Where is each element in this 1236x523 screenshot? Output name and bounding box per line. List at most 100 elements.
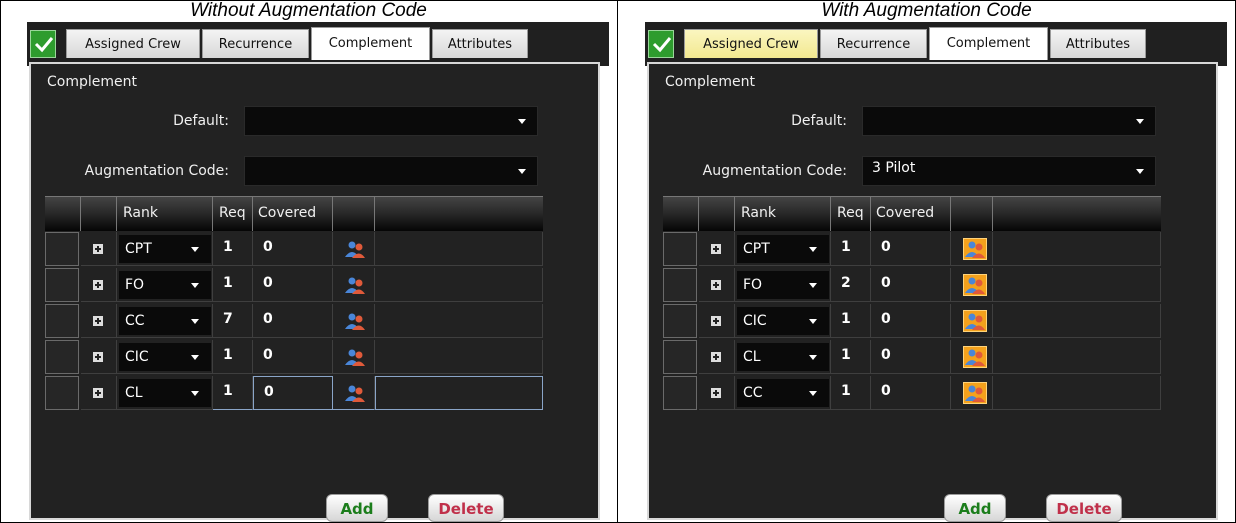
default-label: Default: bbox=[173, 113, 229, 129]
crew-people-icon[interactable] bbox=[344, 275, 366, 295]
table-row[interactable]: CL 1 0 bbox=[663, 340, 1161, 374]
augmentation-code-dropdown[interactable]: 3 Pilot bbox=[862, 156, 1156, 186]
rank-value: CIC bbox=[743, 313, 767, 329]
table-row[interactable]: CC 7 0 bbox=[45, 304, 543, 338]
row-filler bbox=[375, 232, 543, 266]
rank-dropdown[interactable]: CC bbox=[737, 379, 829, 407]
req-value[interactable]: 1 bbox=[223, 239, 233, 255]
tab-assigned-crew[interactable]: Assigned Crew bbox=[66, 29, 200, 58]
rank-dropdown[interactable]: FO bbox=[119, 271, 211, 299]
rank-dropdown[interactable]: CIC bbox=[119, 343, 211, 371]
table-row[interactable]: CL 1 0 bbox=[45, 376, 543, 410]
table-row[interactable]: CPT 1 0 bbox=[663, 232, 1161, 266]
plus-expand-icon[interactable] bbox=[711, 352, 721, 362]
add-button[interactable]: Add bbox=[944, 494, 1006, 522]
crew-people-icon[interactable] bbox=[344, 239, 366, 259]
header-icon-col bbox=[951, 197, 993, 231]
req-value[interactable]: 1 bbox=[841, 347, 851, 363]
req-value[interactable]: 7 bbox=[223, 311, 233, 327]
plus-expand-icon[interactable] bbox=[93, 280, 103, 290]
table-row[interactable]: CPT 1 0 bbox=[45, 232, 543, 266]
tab-attributes[interactable]: Attributes bbox=[432, 29, 528, 58]
req-value[interactable]: 1 bbox=[223, 347, 233, 363]
tab-complement[interactable]: Complement bbox=[929, 27, 1048, 60]
row-selector[interactable] bbox=[663, 376, 697, 410]
plus-expand-icon[interactable] bbox=[711, 388, 721, 398]
row-selector[interactable] bbox=[45, 304, 79, 338]
crew-people-icon[interactable] bbox=[344, 383, 366, 403]
req-value[interactable]: 2 bbox=[841, 275, 851, 291]
row-selector[interactable] bbox=[45, 268, 79, 302]
row-filler bbox=[993, 232, 1161, 266]
row-selector[interactable] bbox=[663, 232, 697, 266]
header-rank[interactable]: Rank bbox=[735, 197, 831, 231]
crew-people-icon[interactable] bbox=[963, 346, 987, 368]
grid-header: Rank Req Covered bbox=[45, 196, 543, 231]
header-rank-label: Rank bbox=[741, 205, 776, 221]
default-dropdown[interactable] bbox=[862, 106, 1156, 136]
chevron-down-icon bbox=[1136, 119, 1144, 124]
covered-value: 0 bbox=[263, 275, 273, 291]
plus-expand-icon[interactable] bbox=[93, 316, 103, 326]
rank-dropdown[interactable]: CPT bbox=[119, 235, 211, 263]
plus-expand-icon[interactable] bbox=[93, 244, 103, 254]
rank-dropdown[interactable]: CL bbox=[119, 379, 211, 407]
header-req[interactable]: Req bbox=[213, 197, 253, 231]
tab-assigned-crew[interactable]: Assigned Crew bbox=[684, 29, 818, 58]
plus-expand-icon[interactable] bbox=[93, 352, 103, 362]
row-selector[interactable] bbox=[663, 304, 697, 338]
row-selector[interactable] bbox=[45, 232, 79, 266]
table-row[interactable]: CIC 1 0 bbox=[663, 304, 1161, 338]
table-row[interactable]: CC 1 0 bbox=[663, 376, 1161, 410]
plus-expand-icon[interactable] bbox=[93, 388, 103, 398]
crew-people-icon[interactable] bbox=[344, 311, 366, 331]
req-value[interactable]: 1 bbox=[841, 383, 851, 399]
row-filler bbox=[993, 376, 1161, 410]
delete-button[interactable]: Delete bbox=[1046, 494, 1122, 522]
row-selector[interactable] bbox=[663, 268, 697, 302]
rank-dropdown[interactable]: FO bbox=[737, 271, 829, 299]
rank-dropdown[interactable]: CPT bbox=[737, 235, 829, 263]
row-selector[interactable] bbox=[45, 340, 79, 374]
req-value[interactable]: 1 bbox=[223, 275, 233, 291]
crew-people-icon[interactable] bbox=[963, 310, 987, 332]
tab-recurrence[interactable]: Recurrence bbox=[820, 29, 927, 58]
row-selector[interactable] bbox=[45, 376, 79, 410]
header-covered[interactable]: Covered bbox=[253, 197, 333, 231]
plus-expand-icon[interactable] bbox=[711, 280, 721, 290]
covered-value: 0 bbox=[264, 384, 274, 400]
crew-people-icon[interactable] bbox=[963, 238, 987, 260]
header-rank[interactable]: Rank bbox=[117, 197, 213, 231]
req-value[interactable]: 1 bbox=[223, 383, 233, 399]
augmentation-code-dropdown[interactable] bbox=[244, 156, 538, 186]
tab-recurrence[interactable]: Recurrence bbox=[202, 29, 309, 58]
tab-attributes[interactable]: Attributes bbox=[1050, 29, 1146, 58]
rank-dropdown[interactable]: CL bbox=[737, 343, 829, 371]
rank-dropdown[interactable]: CIC bbox=[737, 307, 829, 335]
tab-complement[interactable]: Complement bbox=[311, 27, 430, 60]
check-icon bbox=[30, 30, 56, 58]
header-covered-label: Covered bbox=[258, 205, 317, 221]
delete-button[interactable]: Delete bbox=[428, 494, 504, 522]
table-row[interactable]: CIC 1 0 bbox=[45, 340, 543, 374]
crew-people-icon[interactable] bbox=[963, 382, 987, 404]
table-row[interactable]: FO 2 0 bbox=[663, 268, 1161, 302]
table-row[interactable]: FO 1 0 bbox=[45, 268, 543, 302]
add-button[interactable]: Add bbox=[326, 494, 388, 522]
chevron-down-icon bbox=[518, 119, 526, 124]
row-filler bbox=[375, 268, 543, 302]
header-req[interactable]: Req bbox=[831, 197, 871, 231]
req-value[interactable]: 1 bbox=[841, 239, 851, 255]
crew-people-icon[interactable] bbox=[963, 274, 987, 296]
default-dropdown[interactable] bbox=[244, 106, 538, 136]
row-selector[interactable] bbox=[663, 340, 697, 374]
req-value[interactable]: 1 bbox=[841, 311, 851, 327]
plus-expand-icon[interactable] bbox=[711, 244, 721, 254]
rank-dropdown[interactable]: CC bbox=[119, 307, 211, 335]
header-covered[interactable]: Covered bbox=[871, 197, 951, 231]
covered-value: 0 bbox=[881, 239, 891, 255]
crew-people-icon[interactable] bbox=[344, 347, 366, 367]
header-req-label: Req bbox=[219, 205, 246, 221]
plus-expand-icon[interactable] bbox=[711, 316, 721, 326]
covered-value: 0 bbox=[881, 275, 891, 291]
